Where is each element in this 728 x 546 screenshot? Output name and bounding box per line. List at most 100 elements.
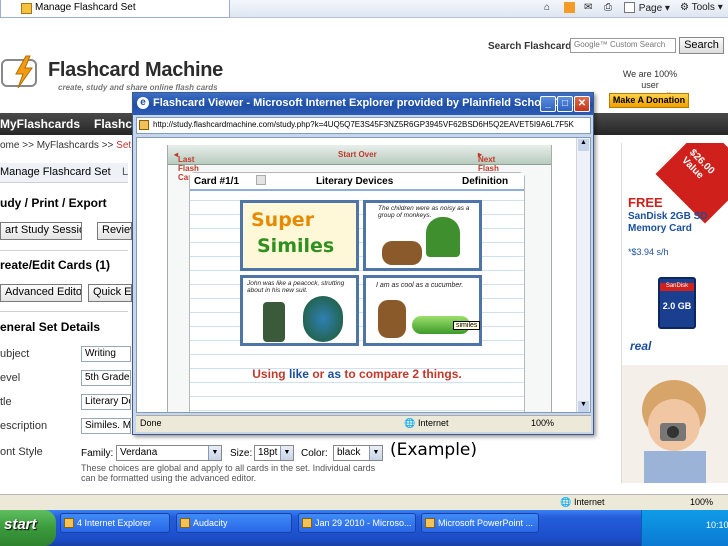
cucumber-image: I am as cool as a cucumber.	[363, 275, 482, 346]
system-tray: 10:10	[641, 510, 728, 546]
status-zone: Internet	[418, 418, 449, 428]
font-family-value: Verdana	[120, 447, 158, 458]
browser-tab-title: Manage Flashcard Set	[35, 2, 136, 13]
flashcard[interactable]: Card #1/1 Literary Devices Definition Su…	[189, 172, 525, 412]
super-similes-image: Super Similes	[240, 200, 359, 271]
advertisement[interactable]: $26.00 Value FREE SanDisk 2GB SD Memory …	[621, 143, 728, 483]
font-size-select[interactable]: 18pt ▼	[254, 445, 294, 461]
title-field[interactable]: Literary De	[81, 394, 131, 410]
description-field[interactable]: Similes. M	[81, 418, 131, 434]
ad-shipping: *$3.94 s/h	[628, 247, 669, 257]
definition-word-4: as	[327, 367, 342, 381]
tree-drawing	[426, 217, 460, 257]
popup-status-bar: Done 🌐 Internet 100%	[136, 415, 591, 432]
breadcrumb-path[interactable]: ome >> MyFlashcards >>	[0, 140, 113, 151]
popup-scrollbar[interactable]: ▲ ▼	[576, 138, 590, 412]
page-menu[interactable]: Page ▾	[624, 2, 670, 14]
feeds-icon[interactable]	[564, 2, 576, 14]
browser-tab[interactable]: Manage Flashcard Set	[0, 0, 230, 18]
scroll-up-arrow[interactable]: ▲	[578, 139, 589, 151]
mail-icon[interactable]: ✉	[584, 2, 592, 13]
quote-monkeys: The children were as noisy as a group of…	[378, 205, 470, 219]
popup-title: Flashcard Viewer - Microsoft Internet Ex…	[153, 97, 581, 109]
font-family-select[interactable]: Verdana ▼	[116, 445, 222, 461]
taskbar-internet-explorer[interactable]: 4 Internet Explorer	[60, 513, 170, 533]
man-drawing	[263, 302, 285, 342]
size-label: Size:	[230, 448, 253, 459]
ad-product: SanDisk 2GB SD Memory Card	[628, 211, 708, 234]
child-photo	[622, 365, 728, 483]
status-zoom[interactable]: 100%	[531, 418, 554, 428]
sponsor-logo: real	[630, 339, 652, 353]
flag-icon[interactable]	[256, 175, 266, 185]
popup-title-bar[interactable]: e Flashcard Viewer - Microsoft Internet …	[133, 93, 593, 115]
browser-status-bar: 🌐 Internet 100%	[0, 494, 728, 510]
task-label: Jan 29 2010 - Microso...	[315, 518, 412, 528]
sd-card-brand: SanDisk	[660, 283, 694, 291]
subject-field[interactable]: Writing	[81, 346, 131, 362]
site-title[interactable]: Flashcard Machine	[48, 59, 223, 82]
close-button[interactable]: ✕	[574, 96, 590, 112]
color-label: Color:	[301, 448, 328, 459]
monkeys-image: The children were as noisy as a group of…	[363, 200, 482, 271]
start-study-session-button[interactable]: art Study Session	[0, 222, 82, 240]
donate-button[interactable]: Make A Donation	[609, 93, 689, 108]
review-button[interactable]: Review	[97, 222, 132, 240]
definition-word-1: Using	[252, 367, 286, 381]
ie-status-zone: Internet	[574, 497, 605, 507]
last-card-link[interactable]: ◂ Last Flash Card	[174, 150, 199, 182]
next-card-link[interactable]: Next Flash Card ▸	[478, 150, 499, 182]
start-over-link[interactable]: Start Over	[338, 150, 377, 159]
image-title-similes: Similes	[257, 235, 335, 257]
popup-address-bar[interactable]: http://study.flashcardmachine.com/study.…	[136, 117, 591, 134]
card-header: Card #1/1 Literary Devices Definition	[190, 173, 524, 191]
quick-editor-button[interactable]: Quick Ec	[88, 284, 132, 302]
image-title-super: Super	[251, 209, 315, 231]
search-button[interactable]: Search	[679, 37, 724, 54]
taskbar-powerpoint[interactable]: Microsoft PowerPoint ...	[421, 513, 539, 533]
status-done: Done	[140, 418, 162, 428]
chevron-down-icon: ▼	[369, 446, 382, 460]
ie-status-zoom[interactable]: 100%	[690, 497, 713, 507]
divider	[0, 311, 128, 312]
ad-free: FREE	[628, 195, 663, 210]
font-note: These choices are global and apply to al…	[81, 463, 376, 483]
general-details-header: eneral Set Details	[0, 320, 101, 334]
monkeys-drawing	[382, 241, 422, 265]
nav-myflashcards[interactable]: MyFlashcards	[0, 117, 80, 131]
search-input[interactable]: Google™ Custom Search	[570, 38, 676, 53]
level-label: evel	[0, 372, 21, 384]
word-icon	[302, 518, 312, 528]
print-icon[interactable]: ⎙	[604, 2, 612, 13]
popup-content: ◂ Last Flash Card Start Over Next Flash …	[136, 137, 591, 413]
scroll-down-arrow[interactable]: ▼	[578, 401, 589, 412]
font-example: (Example)	[390, 440, 478, 460]
study-section-header: udy / Print / Export	[0, 196, 107, 210]
start-button[interactable]: start	[0, 510, 56, 546]
clock[interactable]: 10:10	[706, 520, 728, 530]
character-drawing	[378, 300, 406, 338]
ie-icon: e	[137, 97, 149, 109]
advanced-editor-button[interactable]: Advanced Editor	[0, 284, 82, 302]
page-icon	[139, 120, 149, 130]
font-color-select[interactable]: black ▼	[333, 445, 383, 461]
image-tooltip: similes	[453, 321, 481, 330]
taskbar-word-document[interactable]: Jan 29 2010 - Microso...	[298, 513, 416, 533]
level-field[interactable]: 5th Grade	[81, 370, 131, 386]
quote-peacock: John was like a peacock, strutting about…	[247, 280, 345, 294]
tab-partial[interactable]: L	[122, 166, 128, 178]
flashcard-viewer-window[interactable]: e Flashcard Viewer - Microsoft Internet …	[132, 92, 594, 435]
font-style-label: ont Style	[0, 446, 43, 458]
tools-menu[interactable]: ⚙ Tools ▾	[680, 2, 723, 13]
minimize-button[interactable]: _	[540, 96, 556, 112]
definition-word-5: to compare 2 things.	[344, 367, 462, 381]
home-icon[interactable]: ⌂	[544, 2, 550, 13]
card-definition: Using like or as to compare 2 things.	[190, 367, 524, 381]
ie-icon	[64, 518, 74, 528]
definition-word-2: like	[288, 367, 309, 381]
font-color-value: black	[337, 447, 361, 458]
definition-word-3: or	[312, 367, 325, 381]
peacock-drawing	[303, 296, 343, 342]
maximize-button[interactable]: □	[557, 96, 573, 112]
taskbar-audacity[interactable]: Audacity	[176, 513, 292, 533]
